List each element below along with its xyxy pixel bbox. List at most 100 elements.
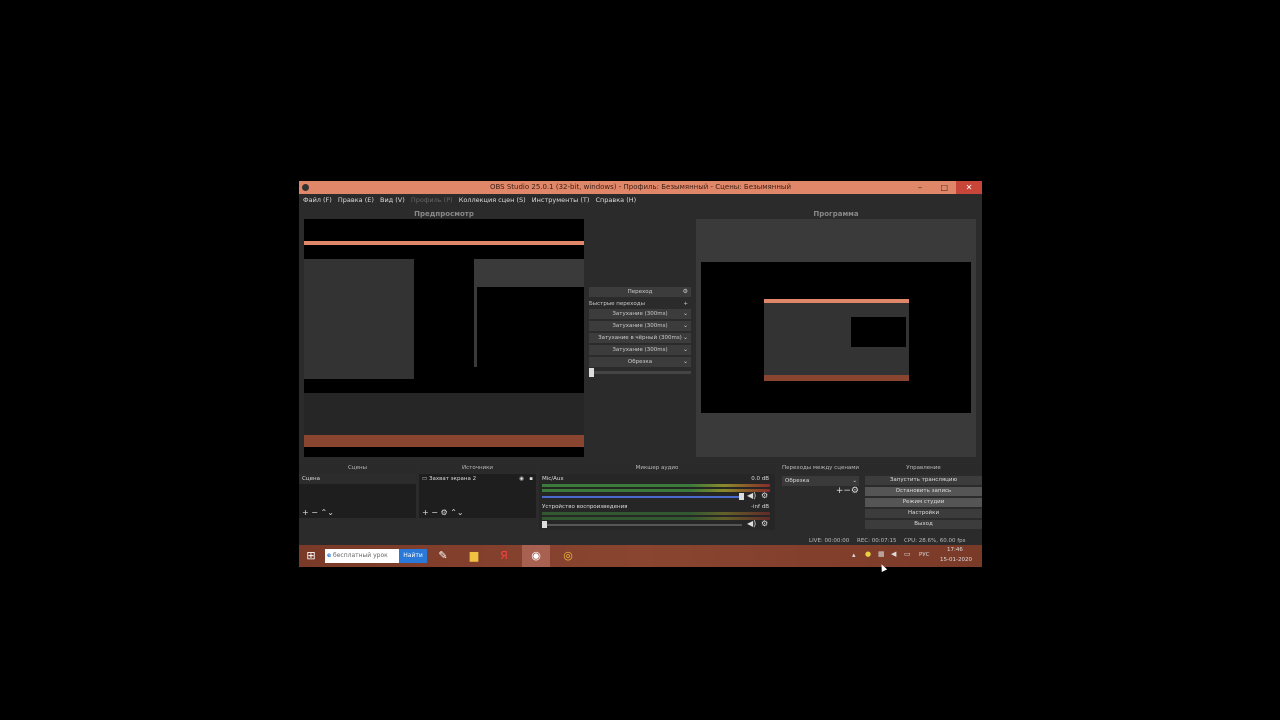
- source-toolbar: + − ⚙ ⌃⌄: [422, 508, 464, 517]
- quick-transition-item[interactable]: Затухание (300ms) ⌄: [589, 345, 691, 355]
- menu-help[interactable]: Справка (H): [595, 196, 636, 204]
- transition-toolbar: +−⚙: [836, 486, 859, 496]
- scenes-dock-title: Сцены: [299, 464, 416, 473]
- gear-icon[interactable]: ⚙: [761, 519, 768, 528]
- preview-canvas[interactable]: [304, 219, 584, 457]
- folder-icon[interactable]: ▆: [466, 548, 482, 564]
- gear-icon[interactable]: ⚙: [683, 287, 688, 297]
- menu-view[interactable]: Вид (V): [380, 196, 405, 204]
- gear-icon[interactable]: ⚙: [851, 486, 859, 496]
- speaker-icon[interactable]: ◀): [747, 519, 756, 528]
- sources-dock-title: Источники: [419, 464, 536, 473]
- chevron-up-icon[interactable]: ⌃: [450, 508, 457, 517]
- studio-mode-button[interactable]: Режим студии: [865, 498, 982, 507]
- nested-program-inner: [477, 287, 584, 367]
- chevron-down-icon[interactable]: ⌄: [683, 321, 688, 331]
- controls-dock-title: Управление: [865, 464, 982, 473]
- tbar-handle[interactable]: [589, 368, 594, 377]
- minus-icon[interactable]: −: [431, 508, 438, 517]
- quick-transition-item[interactable]: Затухание в чёрный (300ms) ⌄: [589, 333, 691, 343]
- plus-icon[interactable]: +: [422, 508, 429, 517]
- source-item[interactable]: ▭ Захват экрана 2 ◉ ▪: [419, 474, 536, 484]
- minimize-button[interactable]: –: [918, 181, 922, 194]
- obs-window: OBS Studio 25.0.1 (32-bit, windows) - Пр…: [299, 181, 982, 567]
- eye-icon[interactable]: ◉: [519, 476, 524, 482]
- tray-app-icon[interactable]: ●: [865, 550, 871, 558]
- obs-logo-icon: [302, 184, 309, 191]
- gear-icon[interactable]: ⚙: [441, 508, 448, 517]
- menu-edit[interactable]: Правка (E): [338, 196, 374, 204]
- plus-icon[interactable]: +: [683, 299, 688, 309]
- transition-select[interactable]: Обрезка ⌄: [782, 476, 859, 486]
- start-streaming-button[interactable]: Запустить трансляцию: [865, 476, 982, 485]
- tray-arrow-icon[interactable]: ▴: [852, 551, 856, 559]
- obs-taskbar-icon[interactable]: ◉: [522, 545, 550, 567]
- chevron-down-icon[interactable]: ⌄: [457, 508, 464, 517]
- nested-preview: [304, 259, 414, 379]
- chevron-down-icon[interactable]: ⌄: [683, 357, 688, 367]
- taskbar-search-input[interactable]: e бесплатный урок: [325, 549, 399, 563]
- program-capture-taskbar: [764, 375, 909, 381]
- quick-transition-item[interactable]: Затухание (300ms) ⌄: [589, 309, 691, 319]
- chevron-down-icon[interactable]: ⌄: [683, 309, 688, 319]
- quick-transition-item[interactable]: Затухание (300ms) ⌄: [589, 321, 691, 331]
- keyboard-icon[interactable]: ▭: [904, 550, 911, 558]
- language-indicator[interactable]: РУС: [919, 552, 930, 558]
- plus-icon[interactable]: +: [302, 508, 309, 517]
- clock-time[interactable]: 17:46: [947, 547, 963, 553]
- menu-tools[interactable]: Инструменты (T): [532, 196, 590, 204]
- yandex-icon[interactable]: Я: [496, 548, 512, 564]
- scene-item[interactable]: Сцена: [299, 474, 416, 484]
- nested-titlebar: [304, 241, 584, 245]
- quick-transitions-header: Быстрые переходы +: [589, 299, 691, 309]
- window-title: OBS Studio 25.0.1 (32-bit, windows) - Пр…: [489, 183, 791, 191]
- mixer-channel-db: -inf dB: [751, 504, 769, 510]
- stop-recording-button[interactable]: Остановить запись: [865, 487, 982, 496]
- scene-transitions-dock: Обрезка ⌄ +−⚙: [779, 474, 862, 518]
- minus-icon[interactable]: −: [311, 508, 318, 517]
- network-icon[interactable]: ▦: [878, 550, 885, 558]
- minus-icon[interactable]: −: [843, 486, 851, 496]
- chevron-down-icon[interactable]: ⌄: [683, 333, 688, 343]
- volume-meter: [542, 512, 770, 515]
- menu-profile[interactable]: Профиль (P): [411, 196, 453, 204]
- quick-transitions-label: Быстрые переходы: [589, 301, 645, 307]
- volume-slider[interactable]: [542, 496, 742, 498]
- chevron-down-icon[interactable]: ⌄: [683, 345, 688, 355]
- preview-label: Предпросмотр: [414, 210, 474, 218]
- close-button[interactable]: ✕: [956, 181, 982, 194]
- windows-start-icon[interactable]: ⊞: [303, 548, 319, 564]
- volume-icon[interactable]: ◀: [891, 550, 896, 558]
- scenes-dock: Сцена + − ⌃⌄: [299, 474, 416, 518]
- mixer-dock-title: Микшер аудио: [539, 464, 775, 473]
- quick-transition-item[interactable]: Обрезка ⌄: [589, 357, 691, 367]
- chrome-icon[interactable]: ◎: [560, 548, 576, 564]
- controls-dock: Запустить трансляцию Остановить запись Р…: [865, 474, 982, 529]
- settings-button[interactable]: Настройки: [865, 509, 982, 518]
- transition-button[interactable]: Переход ⚙: [589, 287, 691, 297]
- program-view: [696, 219, 976, 457]
- menu-file[interactable]: Файл (F): [303, 196, 332, 204]
- chevron-down-icon[interactable]: ⌄: [327, 508, 334, 517]
- program-capture-titlebar: [764, 299, 909, 303]
- tbar-slider[interactable]: [589, 368, 691, 377]
- exit-button[interactable]: Выход: [865, 520, 982, 529]
- tools-icon[interactable]: ✎: [435, 548, 451, 564]
- monitor-icon: ▭: [422, 476, 428, 482]
- transition-button-label: Переход: [627, 289, 653, 295]
- program-canvas: [701, 262, 971, 413]
- quick-transitions: Переход ⚙ Быстрые переходы + Затухание (…: [589, 287, 691, 377]
- find-button[interactable]: Найти: [399, 549, 427, 563]
- clock-date[interactable]: 15-01-2020: [940, 557, 972, 563]
- speaker-icon[interactable]: ◀): [747, 491, 756, 500]
- volume-slider-handle[interactable]: [542, 521, 547, 528]
- scene-toolbar: + − ⌃⌄: [302, 508, 334, 517]
- volume-slider-handle[interactable]: [739, 493, 744, 500]
- gear-icon[interactable]: ⚙: [761, 491, 768, 500]
- lock-icon[interactable]: ▪: [529, 476, 533, 482]
- menu-scene-collection[interactable]: Коллекция сцен (S): [459, 196, 526, 204]
- maximize-button[interactable]: □: [940, 181, 948, 194]
- volume-slider[interactable]: [542, 524, 742, 526]
- nested-taskbar: [304, 435, 584, 447]
- program-label: Программа: [813, 210, 859, 218]
